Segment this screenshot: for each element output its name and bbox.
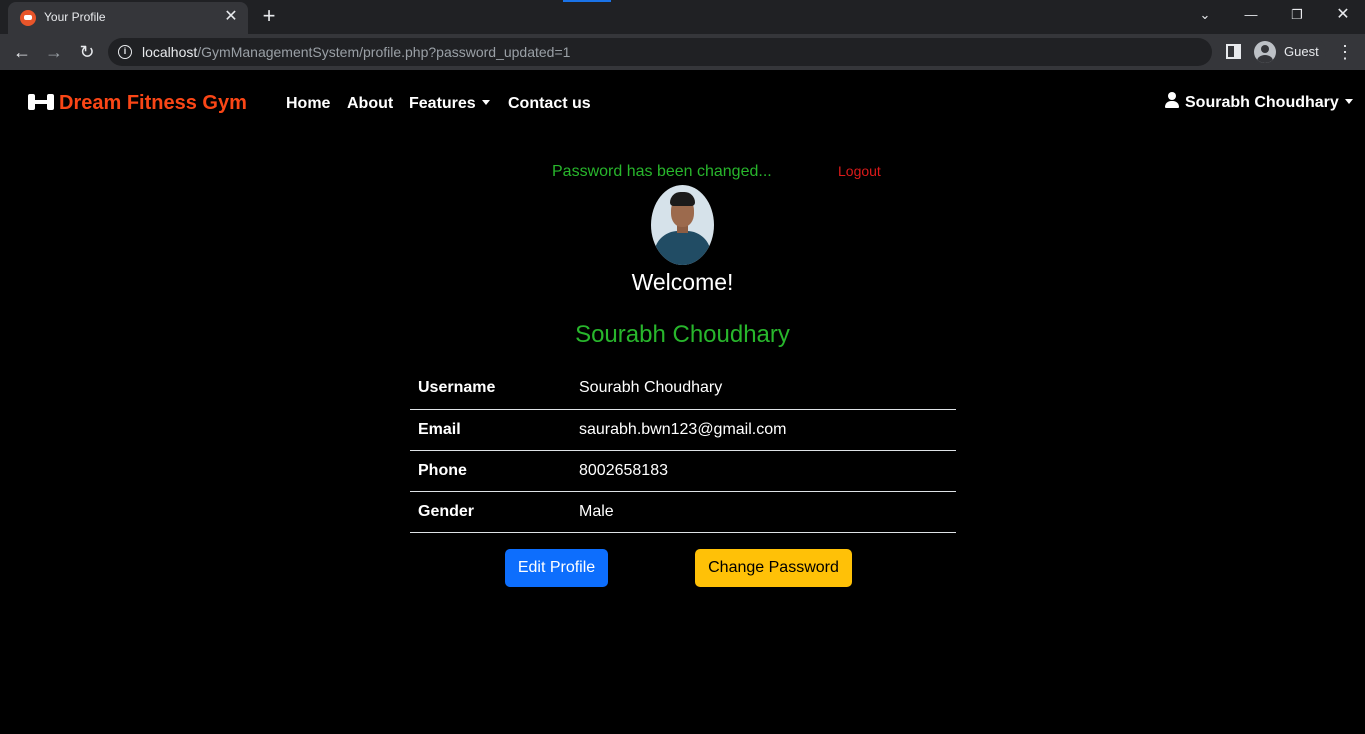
profile-avatar: [651, 185, 714, 265]
table-row: Gender Male: [410, 491, 956, 532]
detail-value: 8002658183: [579, 461, 668, 479]
forward-icon[interactable]: →: [42, 40, 66, 64]
avatar-hair: [670, 192, 695, 206]
caret-down-icon: [1344, 99, 1353, 104]
close-icon[interactable]: ✕: [1320, 0, 1365, 30]
url-host: localhost: [142, 44, 198, 60]
browser-tab[interactable]: Your Profile ✕: [8, 2, 248, 34]
change-password-button[interactable]: Change Password: [695, 549, 852, 587]
tab-drag-indicator: [563, 0, 611, 2]
detail-value: Male: [579, 502, 614, 520]
guest-avatar-icon: [1254, 41, 1276, 63]
edit-profile-button[interactable]: Edit Profile: [505, 549, 608, 587]
welcome-heading: Welcome!: [631, 269, 734, 295]
profile-button[interactable]: Guest: [1250, 38, 1326, 66]
detail-label: Email: [418, 420, 461, 438]
nav-contact[interactable]: Contact us: [508, 95, 591, 113]
logout-link[interactable]: Logout: [838, 163, 881, 179]
back-icon[interactable]: ←: [10, 40, 34, 64]
tab-close-icon[interactable]: ✕: [222, 8, 240, 26]
tab-search-icon[interactable]: ⌄: [1182, 0, 1228, 30]
brand-link[interactable]: Dream Fitness Gym: [28, 92, 247, 115]
url-text[interactable]: localhost/GymManagementSystem/profile.ph…: [142, 44, 570, 60]
new-tab-button[interactable]: +: [258, 5, 280, 28]
nav-features-dropdown[interactable]: Features: [409, 95, 490, 113]
detail-label: Gender: [418, 502, 475, 520]
table-row: Username Sourabh Choudhary: [410, 368, 956, 409]
menu-icon[interactable]: ⋮: [1336, 40, 1354, 64]
table-row: Email saurabh.bwn123@gmail.com: [410, 409, 956, 450]
browser-toolbar: ← → ↻ i localhost/GymManagementSystem/pr…: [0, 34, 1365, 70]
url-path: /GymManagementSystem/profile.php?passwor…: [197, 44, 571, 60]
detail-label: Username: [418, 379, 496, 397]
user-icon: [1165, 92, 1179, 108]
brand-name: Dream Fitness Gym: [59, 92, 247, 114]
profile-details-table: Username Sourabh Choudhary Email saurabh…: [410, 368, 956, 533]
browser-tab-bar: Your Profile ✕ + ⌄ — ❐ ✕: [0, 0, 1365, 34]
gym-favicon-icon: [20, 10, 36, 26]
profile-label: Guest: [1284, 44, 1319, 59]
minimize-icon[interactable]: —: [1228, 0, 1274, 30]
user-menu-dropdown[interactable]: Sourabh Choudhary: [1165, 92, 1353, 112]
nav-home[interactable]: Home: [286, 95, 330, 113]
detail-label: Phone: [418, 461, 467, 479]
detail-value: saurabh.bwn123@gmail.com: [579, 420, 787, 438]
user-menu-name: Sourabh Choudhary: [1185, 94, 1339, 111]
reload-icon[interactable]: ↻: [75, 40, 99, 64]
nav-features-label: Features: [409, 95, 476, 112]
table-row: Phone 8002658183: [410, 450, 956, 491]
tab-title: Your Profile: [44, 10, 106, 24]
info-icon[interactable]: i: [118, 45, 132, 59]
dumbbell-icon: [28, 93, 54, 111]
profile-name: Sourabh Choudhary: [575, 321, 790, 348]
caret-down-icon: [481, 100, 490, 105]
detail-value: Sourabh Choudhary: [579, 379, 723, 397]
nav-about[interactable]: About: [347, 95, 393, 113]
avatar-body: [654, 231, 711, 265]
site-navbar: Dream Fitness Gym Home About Features Co…: [0, 70, 1365, 138]
side-panel-icon[interactable]: [1226, 44, 1241, 59]
address-bar[interactable]: i localhost/GymManagementSystem/profile.…: [108, 38, 1212, 66]
restore-icon[interactable]: ❐: [1274, 0, 1320, 30]
password-changed-message: Password has been changed...: [552, 163, 772, 180]
